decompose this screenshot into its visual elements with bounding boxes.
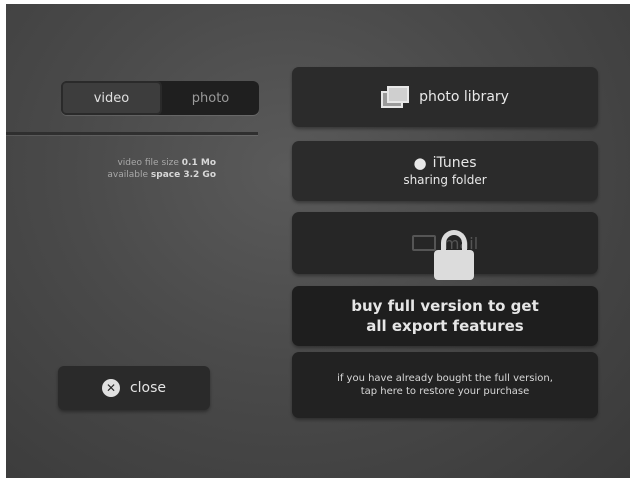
space-value: space 3.2 Go: [150, 170, 216, 180]
photos-icon: [381, 84, 410, 110]
size-value: 0.1 Mo: [181, 158, 216, 168]
video-tab[interactable]: video: [61, 81, 162, 115]
close-icon: ✕: [101, 379, 120, 397]
itunes-label: iTunes: [432, 155, 477, 171]
upgrade-line-1: buy full version to get: [351, 297, 539, 315]
restore-line-2: tap here to restore your purchase: [360, 386, 530, 397]
divider: [6, 132, 258, 135]
mail-icon: [411, 235, 436, 251]
photo-library-label: photo library: [419, 89, 509, 105]
close-label: close: [129, 380, 167, 396]
space-label: available: [107, 170, 149, 180]
file-info: video file size 0.1 Mo available space 3…: [76, 157, 216, 181]
size-label: video file size: [117, 158, 179, 168]
close-button[interactable]: ✕ close: [58, 366, 210, 410]
lock-icon: [434, 230, 474, 280]
mode-toggle[interactable]: video photo: [61, 81, 259, 115]
itunes-sub-label: sharing folder: [403, 173, 487, 187]
export-screen: video photo video file size 0.1 Mo avail…: [6, 4, 630, 478]
itunes-sharing-button[interactable]: ● iTunes sharing folder: [292, 141, 598, 201]
upgrade-line-2: all export features: [366, 317, 524, 335]
restore-purchase-button[interactable]: if you have already bought the full vers…: [292, 352, 598, 418]
photo-tab[interactable]: photo: [162, 81, 259, 115]
photo-library-button[interactable]: photo library: [292, 67, 598, 127]
restore-line-1: if you have already bought the full vers…: [337, 373, 553, 384]
apple-icon: ●: [413, 153, 427, 172]
buy-full-version-button[interactable]: buy full version to get all export featu…: [292, 286, 598, 346]
